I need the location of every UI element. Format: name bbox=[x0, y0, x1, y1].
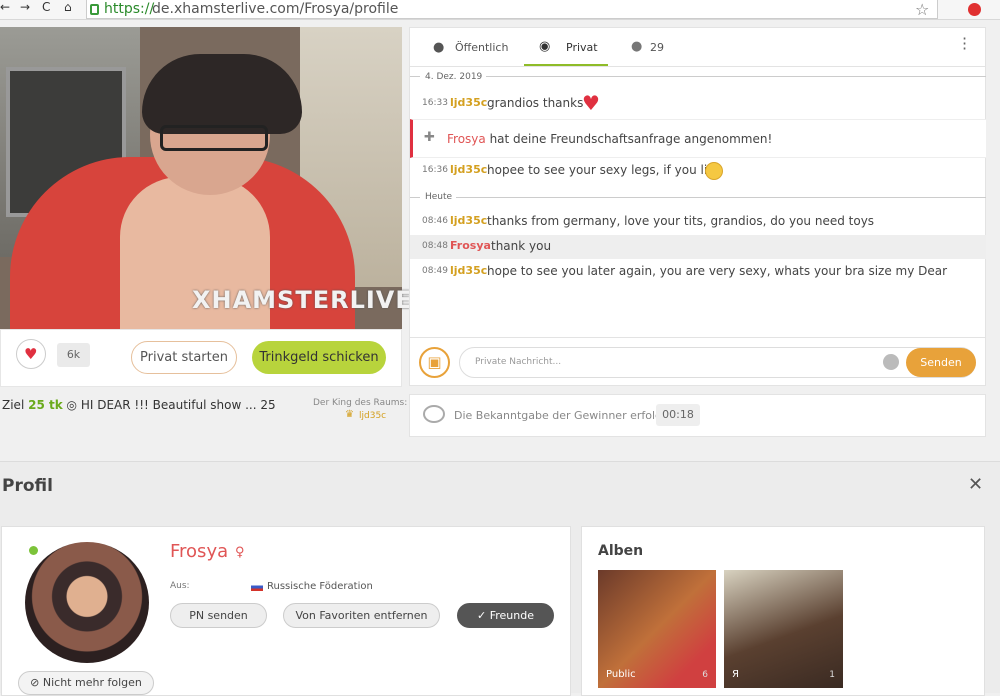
message-time: 08:46 bbox=[422, 216, 448, 226]
message-time: 16:33 bbox=[422, 98, 448, 108]
like-count: 6k bbox=[57, 343, 90, 367]
send-button[interactable]: Senden bbox=[906, 348, 976, 377]
lock-icon bbox=[90, 4, 99, 15]
album-public[interactable]: Public 6 bbox=[598, 570, 716, 688]
message-text: hope to see you later again, you are ver… bbox=[487, 264, 948, 278]
heart-emoji-icon: ♥ bbox=[582, 91, 600, 115]
tab-divider bbox=[410, 66, 986, 67]
king-label: Der King des Raums: bbox=[313, 398, 408, 408]
date-line bbox=[486, 76, 986, 77]
message-text: hopee to see your sexy legs, if you like bbox=[487, 163, 722, 177]
user-icon: ● bbox=[631, 39, 643, 54]
input-divider bbox=[410, 337, 986, 338]
forward-arrow-icon[interactable]: → bbox=[20, 0, 30, 14]
message-time: 08:48 bbox=[422, 241, 448, 251]
goal-line: Ziel 25 tk ◎ HI DEAR !!! Beautiful show … bbox=[2, 398, 276, 412]
country-value: Russische Föderation bbox=[267, 581, 373, 592]
chat-message: 16:33 ljd35c grandios thanks bbox=[410, 92, 986, 116]
albums-title: Alben bbox=[598, 543, 644, 559]
tab-users-count[interactable]: 29 bbox=[650, 41, 664, 54]
video-stream[interactable] bbox=[0, 27, 402, 329]
more-options-icon[interactable]: · · · bbox=[962, 31, 967, 57]
person-glasses bbox=[160, 125, 268, 151]
goal-text: HI DEAR !!! Beautiful show ... 25 bbox=[80, 398, 276, 412]
notification-text: hat deine Freundschaftsanfrage angenomme… bbox=[489, 132, 773, 146]
back-arrow-icon[interactable]: ← bbox=[0, 0, 10, 14]
message-text: thanks from germany, love your tits, gra… bbox=[487, 214, 875, 228]
album-count: 6 bbox=[702, 670, 708, 680]
bookmark-star-icon[interactable]: ☆ bbox=[915, 0, 929, 19]
message-time: 08:49 bbox=[422, 266, 448, 276]
reload-icon[interactable]: C bbox=[42, 0, 50, 14]
send-tip-button[interactable]: Trinkgeld schicken bbox=[252, 341, 386, 374]
chat-bubbles-icon: ◉ bbox=[539, 39, 551, 54]
coins-icon bbox=[423, 405, 445, 423]
goal-amount: 25 tk bbox=[28, 398, 63, 412]
message-user[interactable]: Frosya bbox=[450, 239, 491, 252]
album-count: 1 bbox=[829, 670, 835, 680]
tab-public[interactable]: Öffentlich bbox=[455, 41, 508, 54]
emoji-picker-icon[interactable] bbox=[883, 354, 899, 370]
avatar[interactable] bbox=[25, 542, 149, 663]
crown-icon: ♛ bbox=[345, 409, 354, 420]
chat-panel bbox=[409, 27, 986, 386]
unfollow-label: Nicht mehr folgen bbox=[42, 676, 142, 689]
gift-icon: ▣ bbox=[427, 353, 442, 371]
extension-icon[interactable] bbox=[968, 3, 981, 16]
heart-icon: ♥ bbox=[24, 345, 38, 363]
url-scheme: https:// bbox=[104, 1, 155, 17]
chat-message: 16:36 ljd35c hopee to see your sexy legs… bbox=[410, 159, 986, 183]
date-separator: Heute bbox=[425, 192, 453, 202]
bell-off-icon: ⊘ bbox=[30, 676, 40, 689]
album-private[interactable]: Я 1 bbox=[724, 570, 843, 688]
message-user[interactable]: ljd35c bbox=[450, 163, 487, 176]
chat-message: 08:48 Frosya thank you bbox=[410, 235, 986, 259]
goal-prefix: Ziel bbox=[2, 398, 25, 412]
chat-message: 08:46 ljd35c thanks from germany, love y… bbox=[410, 210, 986, 234]
send-pm-button[interactable]: PN senden bbox=[170, 603, 267, 628]
unfollow-button[interactable]: ⊘ Nicht mehr folgen bbox=[18, 671, 154, 695]
chat-message: 08:49 ljd35c hope to see you later again… bbox=[410, 260, 986, 284]
friend-request-notification: Frosya hat deine Freundschaftsanfrage an… bbox=[410, 119, 986, 158]
russia-flag-icon bbox=[251, 583, 263, 591]
remove-favorite-button[interactable]: Von Favoriten entfernen bbox=[283, 603, 440, 628]
date-line bbox=[456, 197, 986, 198]
video-watermark: XHAMSTERLIVE bbox=[192, 286, 413, 314]
start-private-button[interactable]: Privat starten bbox=[131, 341, 237, 374]
countdown-timer: 00:18 bbox=[656, 404, 700, 426]
profile-name: Frosya bbox=[170, 541, 229, 562]
album-label: Public bbox=[606, 669, 636, 680]
friends-button[interactable]: ✓ Freunde bbox=[457, 603, 554, 628]
message-user[interactable]: ljd35c bbox=[450, 214, 487, 227]
message-user[interactable]: ljd35c bbox=[450, 264, 487, 277]
gift-button[interactable]: ▣ bbox=[419, 347, 450, 378]
online-status-icon bbox=[29, 546, 38, 555]
king-username[interactable]: ljd35c bbox=[359, 411, 386, 421]
message-text: grandios thanks bbox=[487, 96, 584, 110]
url-path: de.xhamsterlive.com/Frosya/profile bbox=[152, 1, 399, 17]
announcement-text: Die Bekanntgabe der Gewinner erfolgt in bbox=[454, 409, 680, 422]
message-user[interactable]: ljd35c bbox=[450, 96, 487, 109]
notification-user[interactable]: Frosya bbox=[447, 132, 486, 146]
date-separator: 4. Dez. 2019 bbox=[425, 72, 483, 82]
date-line bbox=[410, 76, 420, 77]
goal-target-icon: ◎ bbox=[66, 398, 78, 412]
home-icon[interactable]: ⌂ bbox=[64, 0, 72, 14]
tab-private[interactable]: Privat bbox=[566, 41, 598, 54]
speech-bubble-icon: ● bbox=[433, 40, 445, 55]
country-label: Aus: bbox=[170, 581, 190, 591]
close-icon[interactable]: ✕ bbox=[968, 474, 983, 495]
message-time: 16:36 bbox=[422, 165, 448, 175]
smiley-emoji-icon bbox=[705, 162, 723, 180]
profile-title: Profil bbox=[2, 476, 53, 496]
date-line bbox=[410, 197, 420, 198]
message-text: thank you bbox=[491, 239, 552, 253]
person-hair bbox=[142, 54, 302, 134]
female-gender-icon: ♀ bbox=[235, 545, 245, 560]
add-friend-icon: ✚ bbox=[424, 130, 435, 145]
album-label: Я bbox=[732, 669, 739, 680]
